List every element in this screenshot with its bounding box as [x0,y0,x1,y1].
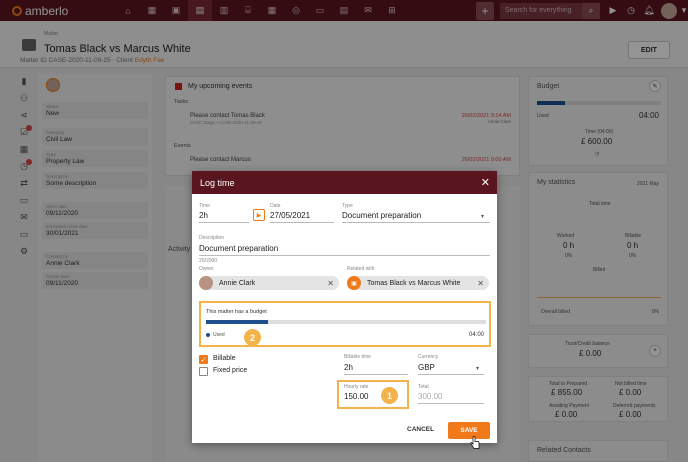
remove-owner-icon[interactable]: ✕ [327,279,334,288]
budget-usage-fill [206,320,268,324]
time-label: Time [199,203,210,209]
close-icon[interactable]: ✕ [481,176,490,189]
currency-label: Currency [418,354,439,360]
billable-checkbox[interactable]: ✓ [199,355,208,364]
save-button[interactable]: SAVE [448,422,490,439]
date-label: Date [270,203,281,209]
currency-chevron-down-icon[interactable]: ▾ [476,365,479,372]
description-input[interactable]: Document preparation [199,244,278,253]
related-label: Related with [347,266,375,272]
billable-time-input[interactable]: 2h [344,363,353,372]
total-label: Total [418,384,429,390]
dialog-header: Log time ✕ [192,171,497,194]
budget-used-label: Used [213,332,225,338]
budget-notice-text: This matter has a budget [206,309,267,315]
cancel-button[interactable]: CANCEL [407,426,434,433]
budget-usage-bar [206,320,486,324]
date-input[interactable]: 27/05/2021 [270,211,310,220]
owner-chip[interactable]: Annie Clark ✕ [199,276,339,290]
budget-used-time: 04:00 [468,332,484,338]
billable-time-underline [344,374,408,375]
fixed-price-checkbox[interactable] [199,367,208,376]
hourly-rate-input[interactable]: 150.00 [344,392,368,401]
related-name: Tomas Black vs Marcus White [367,279,461,287]
callout-badge-2: 2 [244,329,261,346]
budget-used: Used [206,332,225,338]
total-underline [418,403,484,404]
description-counter: 20/2000 [199,258,218,264]
hand-cursor-icon [470,436,480,449]
related-chip[interactable]: ▣ Tomas Black vs Marcus White ✕ [347,276,489,290]
time-input[interactable]: 2h [199,211,208,220]
owner-name: Annie Clark [219,279,256,287]
owner-avatar [199,276,213,290]
type-label: Type [342,203,353,209]
matter-briefcase-icon: ▣ [347,276,361,290]
date-underline [270,222,334,223]
start-timer-icon[interactable]: ▶ [253,209,265,221]
callout-badge-1: 1 [381,387,398,404]
budget-notice-box: This matter has a budget Used 04:00 [199,301,491,347]
hourly-rate-label: Hourly rate [344,384,369,390]
billable-time-label: Billable time [344,354,371,360]
type-chevron-down-icon[interactable]: ▾ [481,213,484,220]
remove-related-icon[interactable]: ✕ [477,279,484,288]
description-underline [199,255,490,256]
dialog-title: Log time [200,177,235,188]
billable-label: Billable [213,355,236,362]
currency-underline [418,374,484,375]
fixed-price-label: Fixed price [213,367,248,374]
time-underline [199,222,249,223]
description-label: Description [199,235,225,241]
type-select[interactable]: Document preparation [342,211,421,220]
currency-select[interactable]: GBP [418,363,435,372]
used-dot-icon [206,333,210,337]
type-underline [342,222,490,223]
total-value: 300.00 [418,392,443,401]
log-time-dialog: Log time ✕ Time 2h ▶ Date 27/05/2021 Typ… [192,171,497,443]
owner-label: Owner [199,266,214,272]
